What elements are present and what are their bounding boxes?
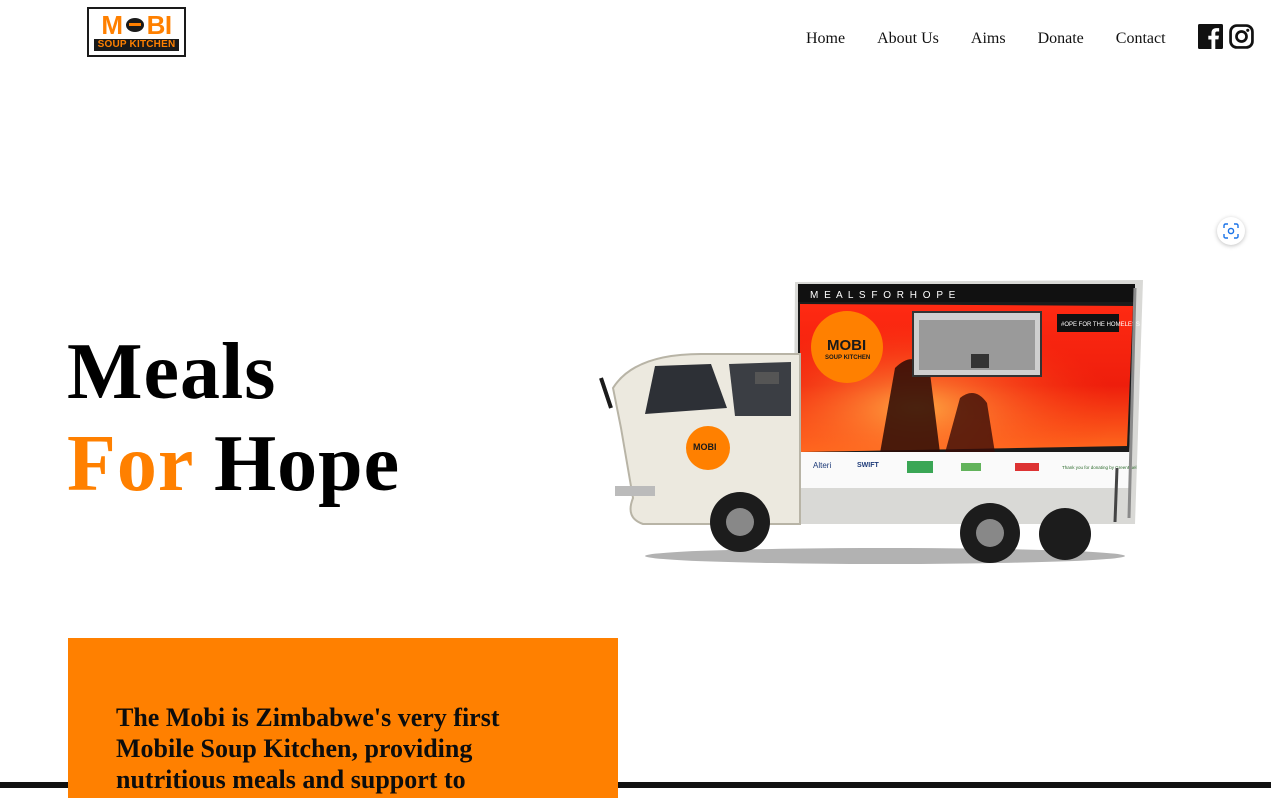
instagram-icon xyxy=(1229,24,1254,49)
intro-text: The Mobi is Zimbabwe's very first Mobile… xyxy=(116,703,500,794)
hero-line-2-rest: Hope xyxy=(192,420,401,508)
logo-wordmark: M BI xyxy=(101,10,173,40)
social-links xyxy=(1198,24,1254,49)
sponsor-swift: SWIFT xyxy=(857,462,879,469)
truck-box-logo-sub: SOUP KITCHEN xyxy=(825,355,870,361)
soup-kitchen-truck-image: M E A L S F O R H O P E #OPE FOR THE HOM… xyxy=(599,280,1143,564)
nav-contact[interactable]: Contact xyxy=(1116,28,1166,50)
truck-banner-text: M E A L S F O R H O P E xyxy=(810,290,957,301)
logo-letter-m: M xyxy=(101,10,123,40)
nav-about-us[interactable]: About Us xyxy=(877,28,939,50)
hero-line-2: For Hope xyxy=(67,418,400,510)
facebook-icon xyxy=(1198,24,1223,49)
truck-box-logo-word: MOBI xyxy=(827,337,866,354)
truck-tag-text: #OPE FOR THE HOMELESS xyxy=(1061,322,1140,328)
sponsor-greenfuel-note: Thank you for donating by GreenFuel xyxy=(1062,465,1137,470)
logo-letters-bi: BI xyxy=(146,10,173,40)
logo-subtitle: SOUP KITCHEN xyxy=(93,39,180,51)
main-navigation: Home About Us Aims Donate Contact xyxy=(790,28,1198,50)
truck-cab-logo-word: MOBI xyxy=(693,442,717,452)
site-logo[interactable]: M BI SOUP KITCHEN xyxy=(87,7,186,57)
sponsor-alteri: Alteri xyxy=(813,461,831,470)
nav-donate[interactable]: Donate xyxy=(1038,28,1084,50)
visual-search-button[interactable] xyxy=(1217,217,1245,245)
intro-card: The Mobi is Zimbabwe's very first Mobile… xyxy=(68,638,618,798)
hero-accent-word: For xyxy=(67,420,193,508)
facebook-link[interactable] xyxy=(1198,24,1223,49)
nav-aims[interactable]: Aims xyxy=(971,28,1006,50)
visual-search-icon xyxy=(1223,223,1239,239)
nav-home[interactable]: Home xyxy=(806,28,845,50)
hero-title: Meals For Hope xyxy=(67,326,400,510)
soup-bowl-icon xyxy=(124,15,146,35)
instagram-link[interactable] xyxy=(1229,24,1254,49)
hero-line-1: Meals xyxy=(67,328,277,416)
